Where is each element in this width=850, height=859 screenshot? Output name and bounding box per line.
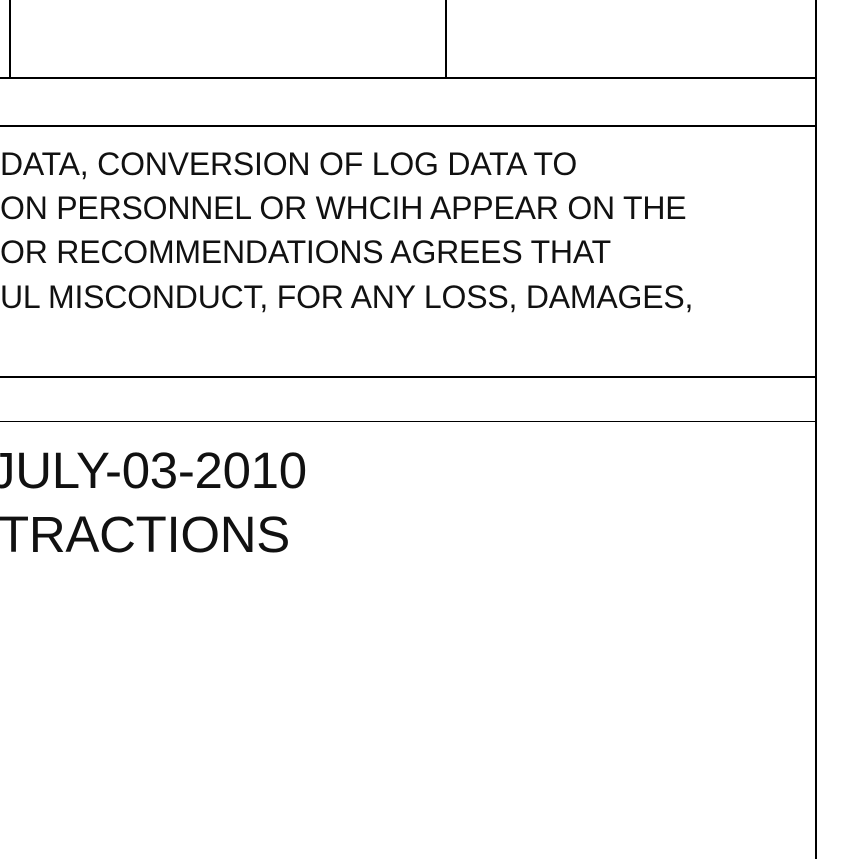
disclaimer-line-3: OR RECOMMENDATIONS AGREES THAT xyxy=(0,234,611,270)
disclaimer-line-4: UL MISCONDUCT, FOR ANY LOSS, DAMAGES, xyxy=(0,279,694,315)
disclaimer-line-2: ON PERSONNEL OR WHCIH APPEAR ON THE xyxy=(0,190,687,226)
top-cell-divider-right xyxy=(445,0,447,78)
date-heading: JULY-03-2010 xyxy=(0,442,307,499)
horizontal-rule-2 xyxy=(0,125,817,127)
disclaimer-line-1: DATA, CONVERSION OF LOG DATA TO xyxy=(0,146,578,182)
title-heading: TRACTIONS xyxy=(0,506,290,563)
horizontal-rule-3 xyxy=(0,376,817,378)
horizontal-rule-4 xyxy=(0,421,817,422)
right-border xyxy=(815,0,817,859)
horizontal-rule-1 xyxy=(0,77,817,79)
top-cell-divider-left xyxy=(9,0,11,78)
